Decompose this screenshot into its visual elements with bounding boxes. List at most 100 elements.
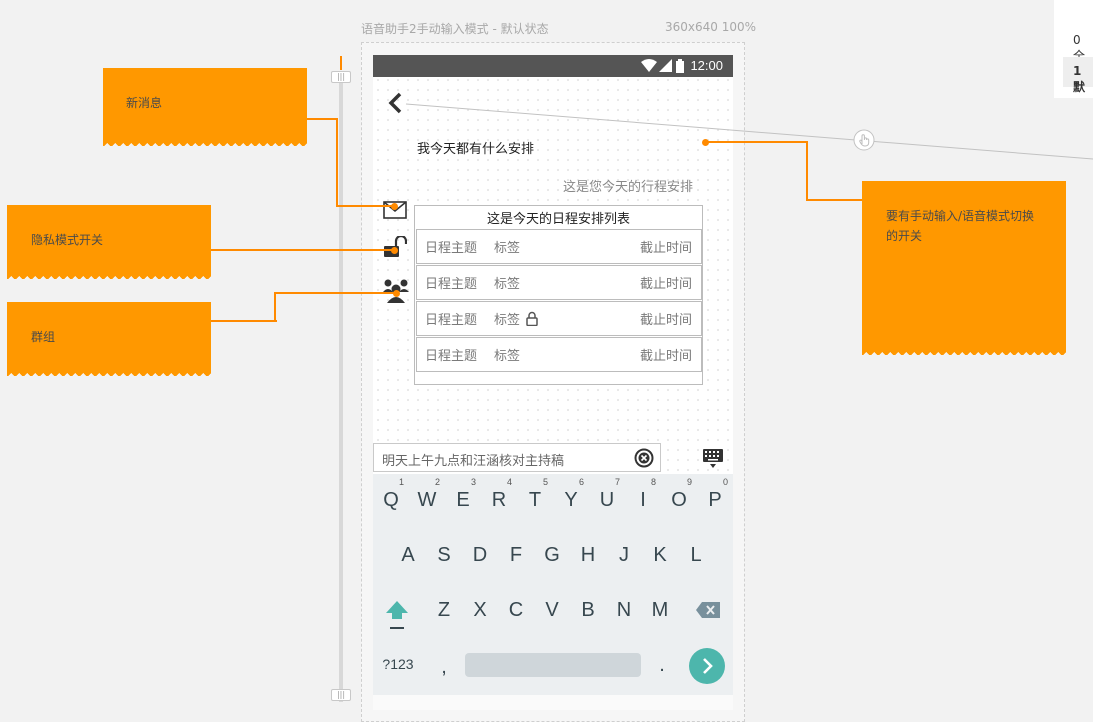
connector-line <box>336 205 394 207</box>
panel-option-1[interactable]: 1 默 <box>1063 57 1093 94</box>
key-w[interactable]: W2 <box>409 477 445 512</box>
key-s[interactable]: S <box>426 544 462 567</box>
message-input-box <box>373 443 661 472</box>
connector-line <box>307 118 338 120</box>
schedule-row[interactable]: 日程主题 标签 截止时间 <box>416 337 702 372</box>
schedule-subject: 日程主题 <box>425 241 478 256</box>
schedule-subject: 日程主题 <box>425 277 478 292</box>
schedule-due: 截止时间 <box>639 313 692 328</box>
key-d[interactable]: D <box>462 544 498 567</box>
key-k[interactable]: K <box>642 544 678 567</box>
key-t[interactable]: T5 <box>517 477 553 512</box>
key-a[interactable]: A <box>390 544 426 567</box>
wifi-icon <box>641 59 657 72</box>
status-time: 12:00 <box>690 58 723 73</box>
artboard-title: 语音助手2手动输入模式 - 默认状态 <box>361 22 549 36</box>
key-number-hint: 9 <box>686 477 692 487</box>
key-number-hint: 6 <box>578 477 584 487</box>
key-i[interactable]: I8 <box>625 477 661 512</box>
symbols-key[interactable]: ?123 <box>380 656 416 672</box>
schedule-subject: 日程主题 <box>425 349 478 364</box>
backspace-icon[interactable] <box>695 601 721 619</box>
key-g[interactable]: G <box>534 544 570 567</box>
ruler-top-handle[interactable]: ||| <box>331 71 351 83</box>
note-group-text: 群组 <box>31 330 56 344</box>
key-b[interactable]: B <box>570 599 606 622</box>
interaction-link-line <box>405 103 1093 160</box>
schedule-row[interactable]: 日程主题 标签 截止时间 <box>416 301 702 336</box>
schedule-due: 截止时间 <box>639 349 692 364</box>
key-r[interactable]: R4 <box>481 477 517 512</box>
lock-icon <box>526 311 538 326</box>
key-number-hint: 8 <box>650 477 656 487</box>
keyboard-toggle-icon[interactable] <box>703 449 723 469</box>
key-number-hint: 0 <box>722 477 728 487</box>
schedule-list-title: 这是今天的日程安排列表 <box>486 212 630 227</box>
schedule-row[interactable]: 日程主题 标签 截止时间 <box>416 265 702 300</box>
schedule-tag: 标签 <box>494 241 521 256</box>
signal-icon <box>659 59 672 72</box>
key-x[interactable]: X <box>462 599 498 622</box>
schedule-row[interactable]: 日程主题 标签 截止时间 <box>416 229 702 264</box>
key-f[interactable]: F <box>498 544 534 567</box>
schedule-subject: 日程主题 <box>425 313 478 328</box>
vertical-ruler <box>339 72 343 702</box>
note-privacy-toggle-text: 隐私模式开关 <box>31 233 104 247</box>
schedule-tag: 标签 <box>494 313 521 328</box>
key-number-hint: 7 <box>614 477 620 487</box>
key-h[interactable]: H <box>570 544 606 567</box>
battery-icon <box>676 59 684 73</box>
key-number-hint: 5 <box>542 477 548 487</box>
note-group: 群组 <box>7 302 211 376</box>
comma-key[interactable]: , <box>426 656 462 679</box>
connector-dot <box>393 290 400 297</box>
schedule-due: 截止时间 <box>639 241 692 256</box>
note-new-message: 新消息 <box>103 68 307 146</box>
connector-line <box>274 292 397 294</box>
key-number-hint: 4 <box>506 477 512 487</box>
clear-input-icon[interactable] <box>634 448 654 468</box>
hand-cursor-icon[interactable] <box>853 129 875 151</box>
space-bar[interactable] <box>465 653 641 677</box>
key-v[interactable]: V <box>534 599 570 622</box>
note-mode-switch: 要有手动输入/语音模式切换的开关 <box>862 181 1066 355</box>
connector-line <box>211 249 395 251</box>
panel-option-1-label: 1 默 <box>1073 64 1086 94</box>
schedule-list: 这是今天的日程安排列表 日程主题 标签 截止时间 日程主题 标签 截止时间 日程… <box>414 205 703 385</box>
artboard-size: 360x640 100% <box>665 20 757 34</box>
ruler-marker <box>340 56 342 70</box>
connector-line <box>211 320 277 322</box>
key-u[interactable]: U7 <box>589 477 625 512</box>
connector-line <box>806 199 862 201</box>
key-l[interactable]: L <box>678 544 714 567</box>
schedule-due: 截止时间 <box>639 277 692 292</box>
note-mode-switch-text: 要有手动输入/语音模式切换的开关 <box>886 209 1035 243</box>
go-button[interactable] <box>689 648 725 684</box>
bottom-toolbar <box>373 695 733 710</box>
key-m[interactable]: M <box>642 599 678 622</box>
period-key[interactable]: . <box>644 654 680 677</box>
key-n[interactable]: N <box>606 599 642 622</box>
assistant-reply: 这是您今天的行程安排 <box>563 180 694 195</box>
soft-keyboard: Q1W2E3R4T5Y6U7I8O9P0 ASDFGHJKL ZXCVBNM ?… <box>373 474 733 695</box>
key-number-hint: 2 <box>434 477 440 487</box>
note-privacy-toggle: 隐私模式开关 <box>7 205 211 279</box>
shift-icon[interactable] <box>385 600 409 630</box>
key-z[interactable]: Z <box>426 599 462 622</box>
ruler-bottom-handle[interactable]: ||| <box>331 689 351 701</box>
key-number-hint: 3 <box>470 477 476 487</box>
connector-dot <box>391 247 398 254</box>
connector-line <box>336 118 338 207</box>
key-q[interactable]: Q1 <box>373 477 409 512</box>
key-p[interactable]: P0 <box>697 477 733 512</box>
key-j[interactable]: J <box>606 544 642 567</box>
key-number-hint: 1 <box>398 477 404 487</box>
message-input[interactable] <box>380 448 624 470</box>
key-y[interactable]: Y6 <box>553 477 589 512</box>
key-c[interactable]: C <box>498 599 534 622</box>
chevron-right-icon <box>703 658 713 674</box>
key-o[interactable]: O9 <box>661 477 697 512</box>
connector-dot <box>391 203 398 210</box>
schedule-tag: 标签 <box>494 277 521 292</box>
key-e[interactable]: E3 <box>445 477 481 512</box>
